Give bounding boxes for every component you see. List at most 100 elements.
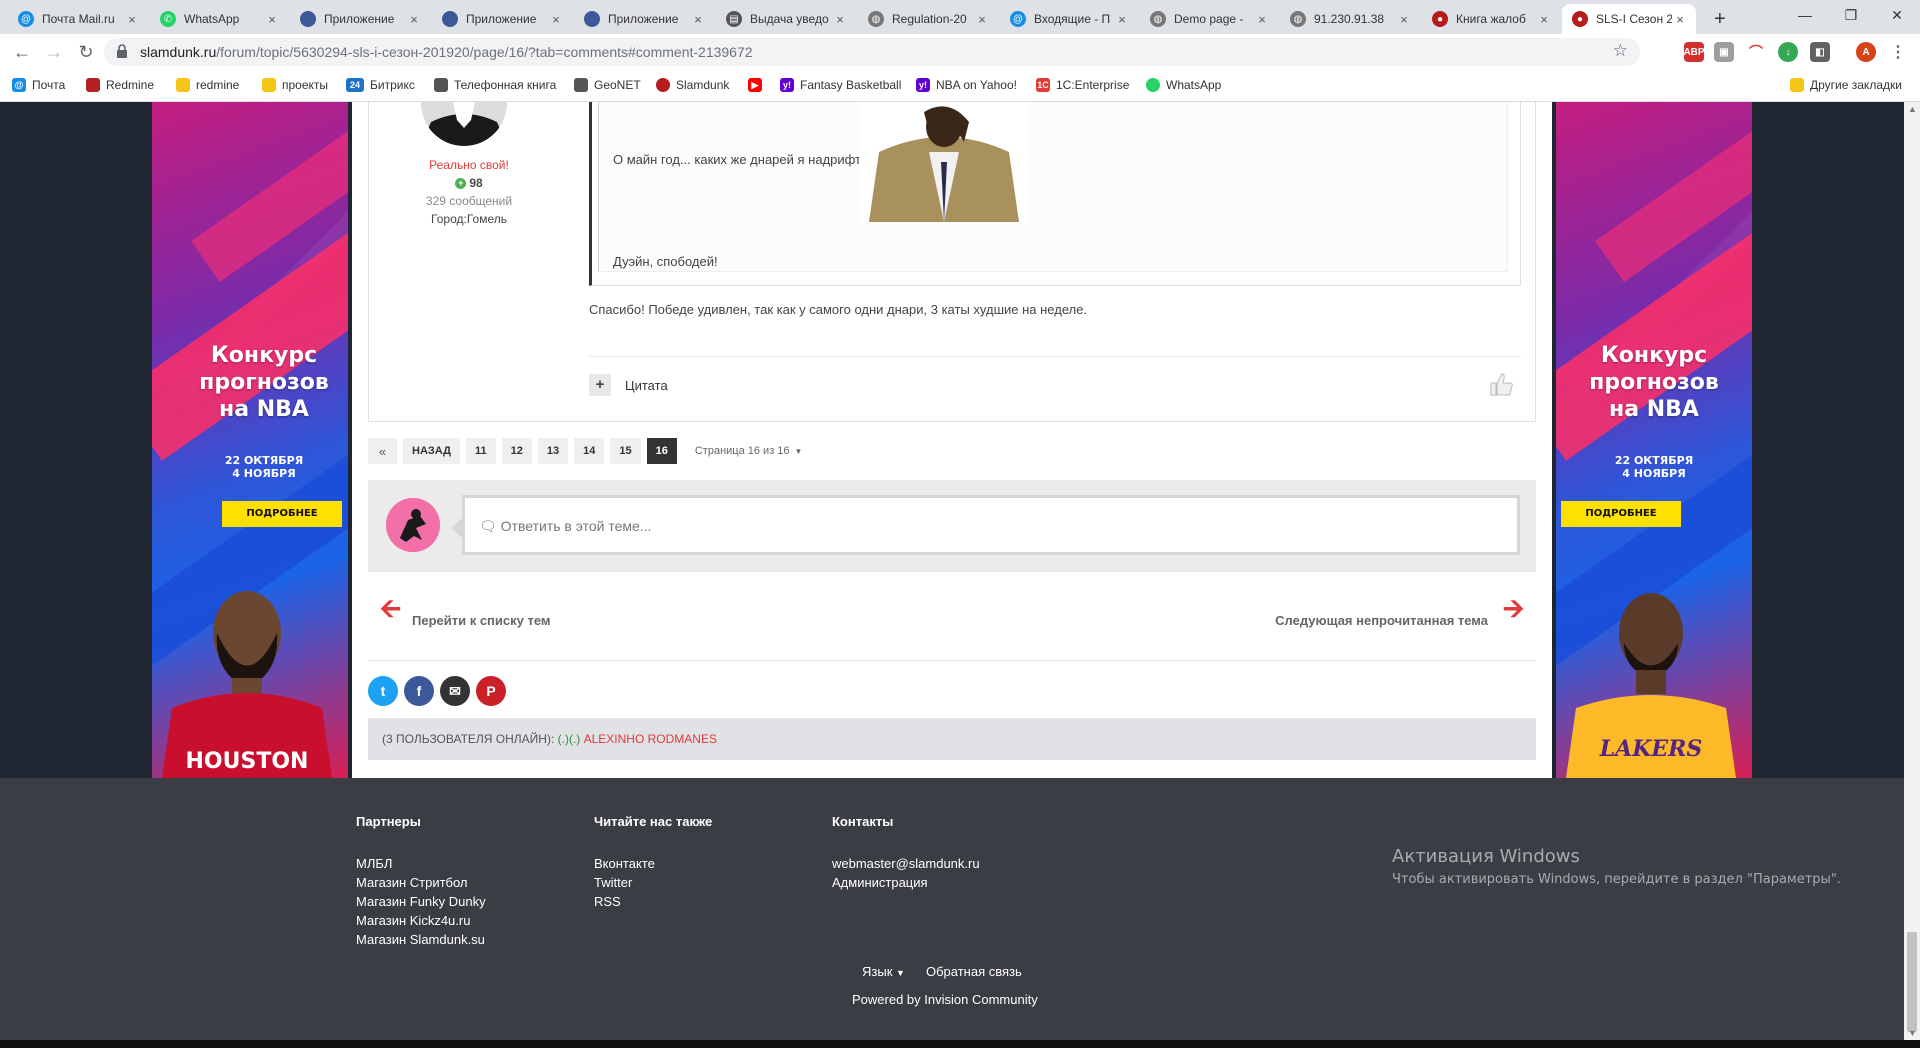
thumbs-up-icon[interactable] xyxy=(1487,370,1515,398)
browser-tab[interactable]: Приложение × xyxy=(290,4,430,34)
close-tab-icon[interactable]: × xyxy=(1672,12,1688,27)
browser-tab[interactable]: ● Книга жалоб × xyxy=(1422,4,1560,34)
arrow-right-icon[interactable]: 🡪 xyxy=(1503,590,1524,634)
bookmark-item[interactable]: ▶ xyxy=(748,78,768,92)
redmine-extension-icon[interactable]: ⌒ xyxy=(1746,42,1766,62)
reload-icon[interactable]: ↻ xyxy=(74,40,98,64)
footer-link[interactable]: Магазин Funky Dunky xyxy=(356,894,486,909)
footer-link[interactable]: Вконтакте xyxy=(594,856,655,871)
scroll-down-icon[interactable]: ▼ xyxy=(1908,1028,1917,1038)
other-bookmarks-folder[interactable]: Другие закладки xyxy=(1790,78,1902,92)
online-user-link[interactable]: ALEXINHO RODMANES xyxy=(584,732,717,746)
first-page-button[interactable]: « xyxy=(368,438,397,464)
close-tab-icon[interactable]: × xyxy=(1536,12,1552,27)
footer-link[interactable]: RSS xyxy=(594,894,621,909)
browser-tab[interactable]: ◍ Regulation-20 × xyxy=(858,4,998,34)
footer-link[interactable]: МЛБЛ xyxy=(356,856,392,871)
arrow-left-icon[interactable]: 🡨 xyxy=(380,590,401,634)
page-jump-dropdown[interactable]: Страница 16 из 16 ▼ xyxy=(695,438,803,464)
close-tab-icon[interactable]: × xyxy=(264,12,280,27)
email-share-icon[interactable]: ✉ xyxy=(440,676,470,706)
page-link[interactable]: 11 xyxy=(465,438,496,464)
feedback-link[interactable]: Обратная связь xyxy=(926,964,1022,979)
banner-more-button[interactable]: ПОДРОБНЕЕ xyxy=(222,501,342,527)
user-avatar[interactable] xyxy=(386,498,440,552)
footer-link[interactable]: Администрация xyxy=(832,875,928,890)
browser-tab[interactable]: ▤ Выдача уведо × xyxy=(716,4,856,34)
close-tab-icon[interactable]: × xyxy=(1396,12,1412,27)
reply-input[interactable]: 🗨 Ответить в этой теме... xyxy=(451,495,1520,555)
page-link[interactable]: 15 xyxy=(610,438,641,464)
close-tab-icon[interactable]: × xyxy=(974,12,990,27)
footer-link[interactable]: Магазин Slamdunk.su xyxy=(356,932,485,947)
back-to-topics-link[interactable]: Перейти к списку тем xyxy=(412,613,551,628)
twitter-share-icon[interactable]: t xyxy=(368,676,398,706)
bookmark-item[interactable]: Slamdunk xyxy=(656,78,729,92)
minimize-window-icon[interactable]: — xyxy=(1782,0,1828,30)
browser-tab[interactable]: ◍ 91.230.91.38 × xyxy=(1280,4,1420,34)
scroll-up-icon[interactable]: ▲ xyxy=(1908,104,1917,114)
online-user-link[interactable]: (.)(.) xyxy=(558,732,581,746)
download-extension-icon[interactable]: ↓ xyxy=(1778,42,1798,62)
page-link[interactable]: 12 xyxy=(501,438,532,464)
banner-more-button[interactable]: ПОДРОБНЕЕ xyxy=(1561,501,1681,527)
profile-avatar[interactable]: A xyxy=(1856,42,1876,62)
bookmark-item[interactable]: 1C 1C:Enterprise xyxy=(1036,78,1129,92)
bookmark-item[interactable]: WhatsApp xyxy=(1146,78,1221,92)
close-tab-icon[interactable]: × xyxy=(690,12,706,27)
footer-link[interactable]: webmaster@slamdunk.ru xyxy=(832,856,980,871)
footer-link[interactable]: Twitter xyxy=(594,875,632,890)
close-tab-icon[interactable]: × xyxy=(124,12,140,27)
close-tab-icon[interactable]: × xyxy=(406,12,422,27)
right-ad-banner[interactable]: Конкурс прогнозов на NBA 22 ОКТЯБРЯ 4 НО… xyxy=(1556,102,1752,778)
facebook-share-icon[interactable]: f xyxy=(404,676,434,706)
author-avatar[interactable] xyxy=(421,102,507,146)
footer-link[interactable]: Магазин Стритбол xyxy=(356,875,468,890)
browser-tab[interactable]: @ Входящие - П × xyxy=(1000,4,1138,34)
close-tab-icon[interactable]: × xyxy=(1114,12,1130,27)
browser-tab-active[interactable]: ● SLS-I Сезон 2 × xyxy=(1562,4,1696,34)
browser-tab[interactable]: ◍ Demo page - × xyxy=(1140,4,1278,34)
pinterest-share-icon[interactable]: P xyxy=(476,676,506,706)
close-window-icon[interactable]: ✕ xyxy=(1874,0,1920,30)
page-link[interactable]: 14 xyxy=(574,438,605,464)
footer-link[interactable]: Магазин Kickz4u.ru xyxy=(356,913,470,928)
browser-tab[interactable]: Приложение × xyxy=(574,4,714,34)
bookmark-item[interactable]: y! Fantasy Basketball xyxy=(780,78,901,92)
browser-menu-icon[interactable]: ⋮ xyxy=(1888,42,1908,62)
new-tab-button[interactable]: + xyxy=(1704,4,1734,34)
prev-page-button[interactable]: НАЗАД xyxy=(403,438,460,464)
quote-button[interactable]: Цитата xyxy=(625,378,668,393)
current-page[interactable]: 16 xyxy=(646,438,677,464)
address-bar[interactable]: slamdunk.ru/forum/topic/5630294-sls-i-се… xyxy=(104,38,1640,66)
browser-tab[interactable]: ✆ WhatsApp × xyxy=(150,4,288,34)
bookmark-item[interactable]: Redmine xyxy=(86,78,154,92)
left-ad-banner[interactable]: Конкурс прогнозов на NBA 22 ОКТЯБРЯ 4 НО… xyxy=(152,102,348,778)
browser-tab[interactable]: @ Почта Mail.ru × xyxy=(8,4,148,34)
back-icon[interactable]: ← xyxy=(10,40,34,64)
bookmark-item[interactable]: 24 Битрикс xyxy=(346,78,415,92)
bookmark-item[interactable]: GeoNET xyxy=(574,78,641,92)
page-link[interactable]: 13 xyxy=(537,438,569,464)
language-selector[interactable]: Язык ▼ xyxy=(862,964,905,979)
next-unread-link[interactable]: Следующая непрочитанная тема xyxy=(1275,613,1488,628)
close-tab-icon[interactable]: × xyxy=(832,12,848,27)
bookmark-item[interactable]: @ Почта xyxy=(12,78,65,92)
adblock-extension-icon[interactable]: ABP xyxy=(1683,42,1705,62)
page-scrollbar[interactable]: ▲ ▼ xyxy=(1904,102,1920,1040)
powered-by-link[interactable]: Powered by Invision Community xyxy=(852,992,1038,1007)
bookmark-item[interactable]: Телефонная книга xyxy=(434,78,556,92)
close-tab-icon[interactable]: × xyxy=(1254,12,1270,27)
bookmark-folder[interactable]: redmine xyxy=(176,78,239,92)
close-tab-icon[interactable]: × xyxy=(548,12,564,27)
bookmark-star-icon[interactable]: ☆ xyxy=(1613,41,1628,61)
multiquote-button[interactable]: + xyxy=(589,374,611,396)
forward-icon[interactable]: → xyxy=(42,40,66,64)
restore-window-icon[interactable]: ❐ xyxy=(1828,0,1874,30)
bookmark-item[interactable]: y! NBA on Yahoo! xyxy=(916,78,1017,92)
browser-tab[interactable]: Приложение × xyxy=(432,4,572,34)
bookmark-folder[interactable]: проекты xyxy=(262,78,328,92)
extension-icon[interactable]: ▣ xyxy=(1714,42,1734,62)
scrollbar-thumb[interactable] xyxy=(1907,932,1917,1032)
extension-icon[interactable]: ◧ xyxy=(1810,42,1830,62)
